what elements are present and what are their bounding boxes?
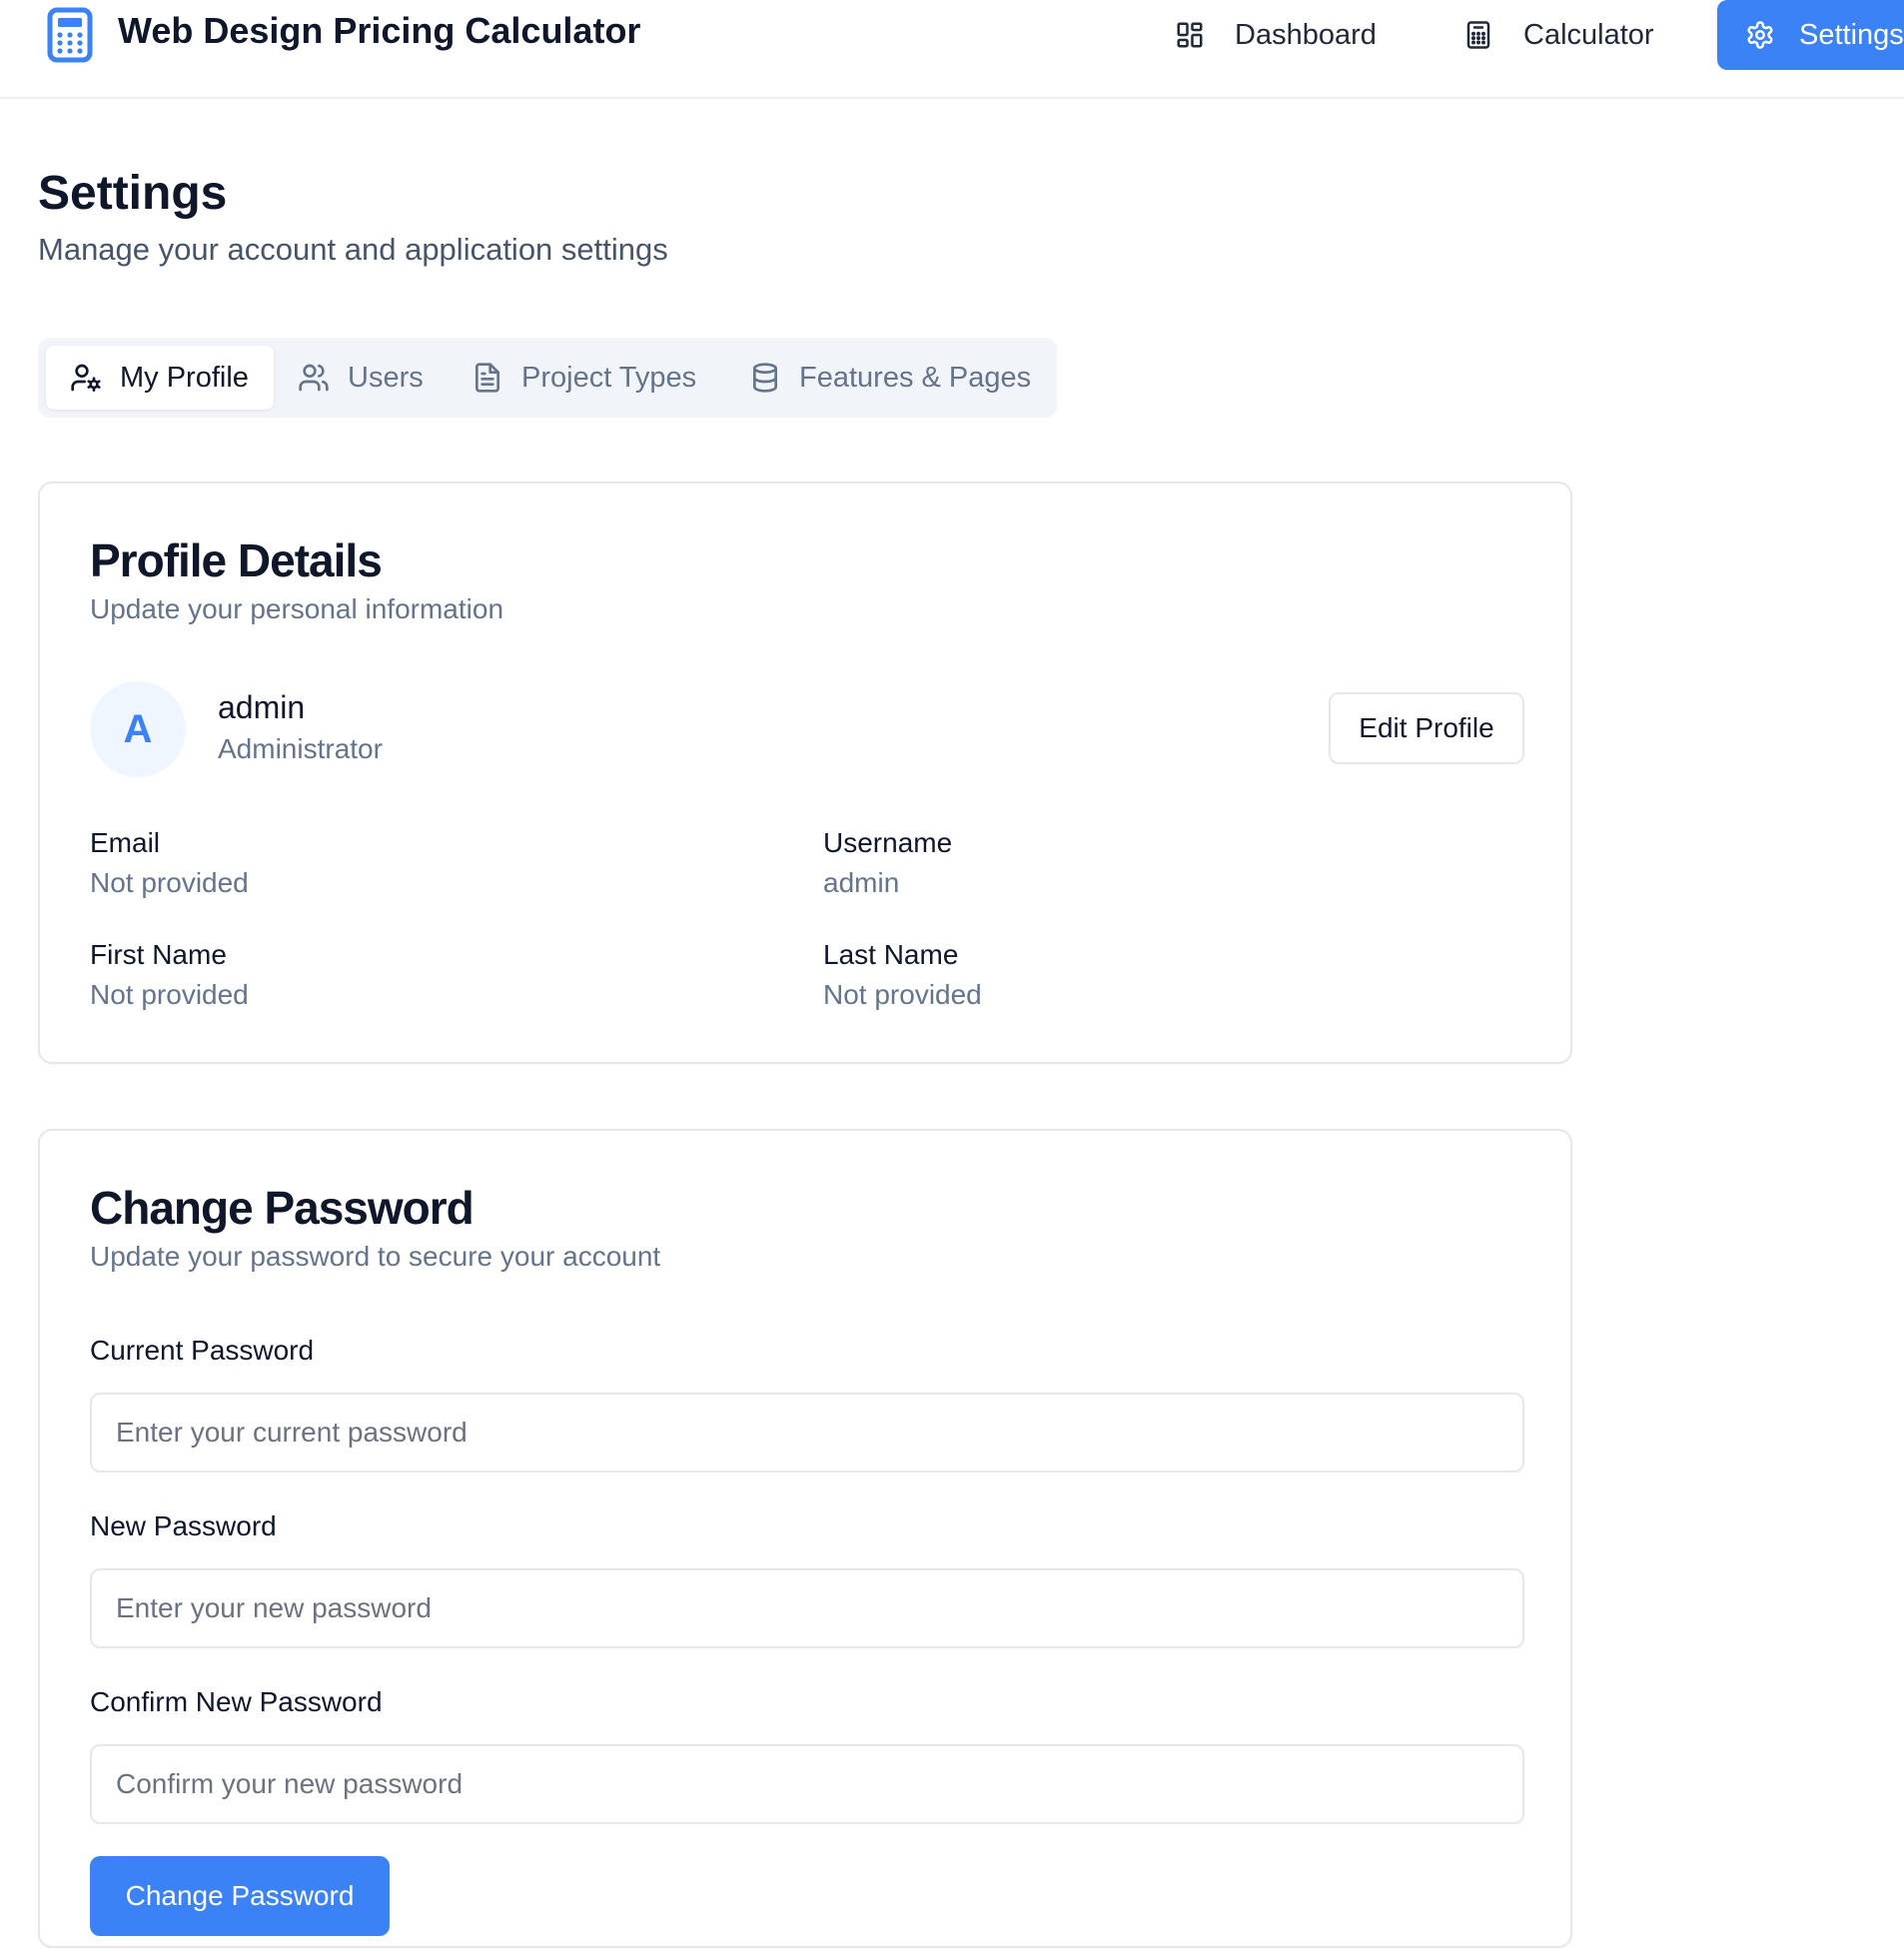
gear-icon	[1747, 21, 1773, 49]
confirm-password-input[interactable]	[90, 1744, 1524, 1824]
app-title: Web Design Pricing Calculator	[118, 10, 641, 51]
change-password-button[interactable]: Change Password	[90, 1856, 390, 1936]
new-password-input[interactable]	[90, 1568, 1524, 1648]
current-password-label: Current Password	[90, 1335, 315, 1366]
email-label: Email	[90, 827, 161, 858]
database-icon	[753, 363, 777, 393]
edit-profile-button[interactable]: Edit Profile	[1329, 692, 1524, 764]
layout-grid-icon	[1177, 22, 1203, 48]
users-icon	[299, 364, 329, 392]
nav-settings[interactable]: Settings	[1717, 0, 1904, 70]
settings-tabs: My Profile Users Project Types Features …	[38, 338, 1057, 418]
calculator-icon	[1466, 21, 1490, 49]
tab-my-profile[interactable]: My Profile	[46, 346, 274, 410]
tab-my-profile-label: My Profile	[120, 361, 249, 394]
password-card-title: Change Password	[90, 1182, 475, 1234]
current-password-input[interactable]	[90, 1393, 1524, 1472]
tab-features-pages[interactable]: Features & Pages	[749, 346, 1031, 410]
username-label: Username	[823, 827, 953, 858]
tab-users-label: Users	[348, 361, 424, 394]
profile-details-card: Profile Details Update your personal inf…	[38, 482, 1572, 1064]
avatar: A	[90, 681, 186, 777]
last-name-value: Not provided	[823, 979, 982, 1010]
profile-card-subtitle: Update your personal information	[90, 593, 504, 624]
nav-calculator-label: Calculator	[1523, 18, 1654, 51]
tab-project-types-label: Project Types	[521, 361, 697, 394]
page-title: Settings	[38, 167, 228, 220]
new-password-label: New Password	[90, 1510, 277, 1541]
nav-dashboard-label: Dashboard	[1235, 18, 1377, 51]
top-navbar: Web Design Pricing Calculator Dashboard …	[0, 0, 1904, 99]
first-name-label: First Name	[90, 939, 227, 970]
profile-role: Administrator	[218, 733, 383, 764]
nav-dashboard[interactable]: Dashboard	[1175, 0, 1377, 70]
calculator-icon	[47, 7, 93, 63]
change-password-card: Change Password Update your password to …	[38, 1129, 1572, 1948]
page-subtitle: Manage your account and application sett…	[38, 232, 668, 267]
email-value: Not provided	[90, 867, 249, 898]
confirm-password-label: Confirm New Password	[90, 1686, 383, 1717]
nav-settings-label: Settings	[1799, 18, 1904, 51]
first-name-value: Not provided	[90, 979, 249, 1010]
file-text-icon	[476, 363, 499, 393]
username-value: admin	[823, 867, 900, 898]
nav-calculator[interactable]: Calculator	[1463, 0, 1654, 70]
profile-card-title: Profile Details	[90, 534, 383, 586]
user-cog-icon	[71, 364, 101, 392]
password-card-subtitle: Update your password to secure your acco…	[90, 1241, 661, 1272]
profile-username: admin	[218, 689, 306, 725]
tab-project-types[interactable]: Project Types	[472, 346, 696, 410]
last-name-label: Last Name	[823, 939, 959, 970]
tab-features-pages-label: Features & Pages	[799, 361, 1032, 394]
tab-users[interactable]: Users	[298, 346, 424, 410]
